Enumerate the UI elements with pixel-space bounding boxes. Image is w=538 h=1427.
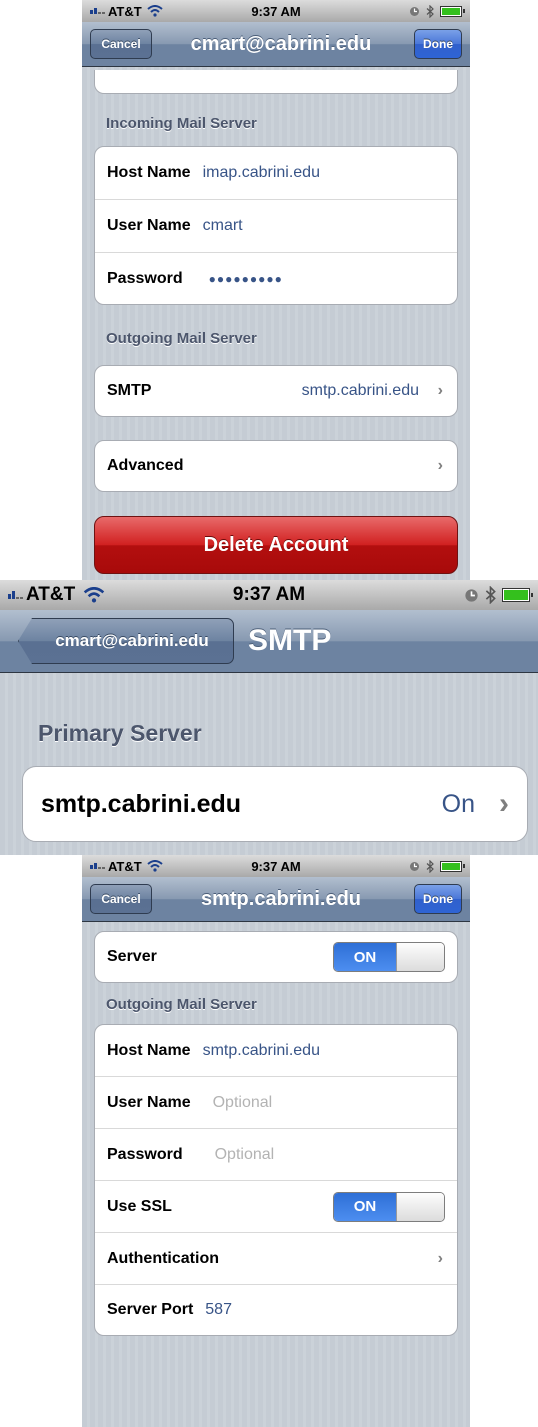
- status-time: 9:37 AM: [232, 584, 306, 605]
- smtp-value: smtp.cabrini.edu: [301, 382, 419, 399]
- primary-server-status: On: [441, 789, 475, 818]
- smtp-list-screen: AT&T 9:37 AM cmart@cabrini.edu SMTP Prim…: [0, 580, 538, 855]
- host-name-row[interactable]: Host Name smtp.cabrini.edu: [95, 1025, 457, 1077]
- smtp-server-detail-screen: AT&T 9:37 AM Cancel smtp.cabrini.edu Don…: [82, 855, 470, 1427]
- smtp-label: SMTP: [107, 382, 152, 399]
- clock-icon: [410, 6, 419, 16]
- user-name-row[interactable]: User Name Optional: [95, 1077, 457, 1129]
- host-name-label: Host Name: [107, 1041, 191, 1059]
- chevron-right-icon: ›: [499, 787, 509, 820]
- primary-server-row[interactable]: smtp.cabrini.edu On ›: [23, 767, 527, 841]
- status-bar: AT&T 9:37 AM: [82, 855, 470, 877]
- user-name-input[interactable]: Optional: [213, 1094, 273, 1112]
- password-row[interactable]: Password Optional: [95, 1129, 457, 1181]
- password-value: ●●●●●●●●●: [208, 272, 283, 286]
- outgoing-server-group: Host Name smtp.cabrini.edu User Name Opt…: [94, 1024, 458, 1336]
- user-name-value: cmart: [202, 217, 243, 234]
- use-ssl-row: Use SSL ON: [95, 1181, 457, 1233]
- chevron-right-icon: ›: [437, 382, 443, 399]
- primary-server-label: smtp.cabrini.edu: [41, 789, 242, 818]
- battery-icon: [502, 588, 533, 602]
- status-bar: AT&T 9:37 AM: [0, 580, 538, 610]
- previous-section-group: [94, 70, 458, 94]
- account-settings-screen: AT&T 9:37 AM Cancel cmart@cabrini.edu Do…: [82, 0, 470, 580]
- navigation-bar: cmart@cabrini.edu SMTP: [0, 610, 538, 673]
- host-name-label: Host Name: [107, 164, 191, 181]
- password-row[interactable]: Password ●●●●●●●●●: [95, 253, 457, 304]
- done-button[interactable]: Done: [414, 884, 462, 914]
- advanced-label: Advanced: [107, 457, 184, 474]
- use-ssl-toggle[interactable]: ON: [333, 1191, 445, 1222]
- server-port-label: Server Port: [107, 1301, 194, 1318]
- advanced-row[interactable]: Advanced ›: [95, 441, 457, 491]
- use-ssl-label: Use SSL: [107, 1197, 172, 1215]
- chevron-right-icon: ›: [437, 457, 443, 474]
- server-label: Server: [107, 948, 157, 965]
- chevron-right-icon: ›: [437, 1249, 443, 1267]
- battery-icon: [440, 5, 465, 17]
- back-button[interactable]: cmart@cabrini.edu: [18, 618, 234, 664]
- status-bar: AT&T 9:37 AM: [82, 0, 470, 22]
- user-name-row[interactable]: User Name cmart: [95, 200, 457, 253]
- server-row: Server ON: [95, 932, 457, 982]
- outgoing-server-header: Outgoing Mail Server: [106, 996, 257, 1013]
- primary-server-header: Primary Server: [38, 720, 202, 746]
- page-title: smtp.cabrini.edu: [200, 887, 362, 910]
- server-port-row[interactable]: Server Port 587: [95, 1285, 457, 1335]
- authentication-row[interactable]: Authentication ›: [95, 1233, 457, 1285]
- host-name-row[interactable]: Host Name imap.cabrini.edu: [95, 147, 457, 200]
- toggle-knob: [396, 943, 444, 971]
- outgoing-server-header: Outgoing Mail Server: [106, 330, 257, 347]
- navigation-bar: Cancel cmart@cabrini.edu Done: [82, 22, 470, 67]
- smtp-group: SMTP smtp.cabrini.edu ›: [94, 365, 458, 417]
- page-title: cmart@cabrini.edu: [190, 32, 372, 55]
- password-label: Password: [107, 1145, 183, 1163]
- done-button[interactable]: Done: [414, 29, 462, 59]
- bluetooth-icon: [426, 859, 434, 873]
- server-port-value: 587: [205, 1301, 232, 1318]
- delete-account-button[interactable]: Delete Account: [94, 516, 458, 574]
- smtp-row[interactable]: SMTP smtp.cabrini.edu ›: [95, 366, 457, 416]
- user-name-label: User Name: [107, 1093, 191, 1111]
- host-name-value: imap.cabrini.edu: [202, 164, 320, 181]
- clock-icon: [410, 861, 419, 871]
- navigation-bar: Cancel smtp.cabrini.edu Done: [82, 877, 470, 922]
- bluetooth-icon: [485, 586, 496, 604]
- toggle-on-label: ON: [334, 1192, 396, 1221]
- user-name-label: User Name: [107, 217, 191, 234]
- incoming-server-group: Host Name imap.cabrini.edu User Name cma…: [94, 146, 458, 305]
- toggle-knob: [396, 1192, 444, 1221]
- authentication-label: Authentication: [107, 1249, 219, 1267]
- page-title: SMTP: [248, 624, 332, 657]
- primary-server-group: smtp.cabrini.edu On ›: [22, 766, 528, 842]
- host-name-value: smtp.cabrini.edu: [202, 1041, 320, 1059]
- server-toggle-group: Server ON: [94, 931, 458, 983]
- server-toggle[interactable]: ON: [333, 942, 445, 972]
- password-label: Password: [107, 270, 183, 287]
- battery-icon: [440, 860, 465, 872]
- toggle-on-label: ON: [334, 943, 396, 971]
- password-input[interactable]: Optional: [215, 1146, 275, 1164]
- bluetooth-icon: [426, 4, 434, 18]
- advanced-group: Advanced ›: [94, 440, 458, 492]
- incoming-server-header: Incoming Mail Server: [106, 115, 257, 132]
- clock-icon: [465, 588, 478, 602]
